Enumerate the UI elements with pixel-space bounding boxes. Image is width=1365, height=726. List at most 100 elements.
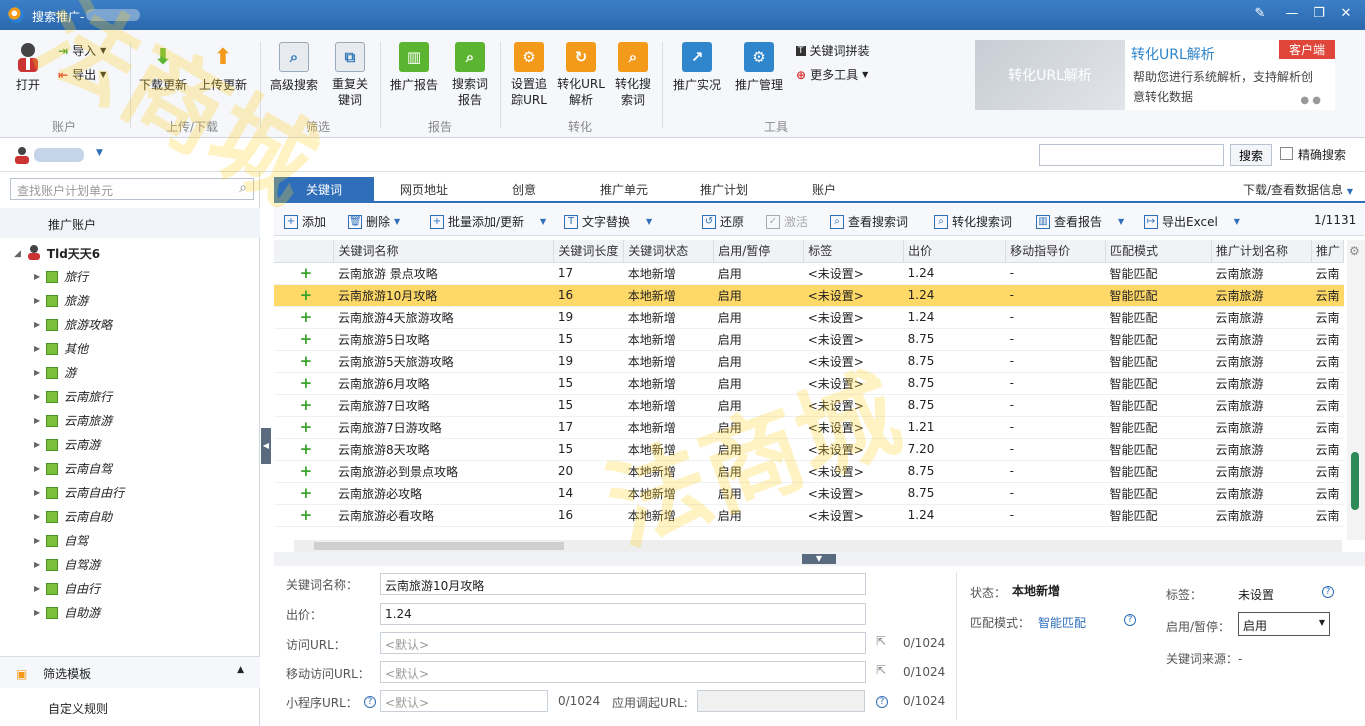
table-cell[interactable]: <未设置> (803, 350, 904, 373)
table-cell[interactable]: 启用 (713, 504, 804, 527)
col-header[interactable]: 移动指导价 (1005, 240, 1107, 263)
open-button[interactable]: 打开 (10, 42, 46, 93)
table-cell[interactable]: 启用 (713, 394, 804, 417)
view-search-terms-button[interactable]: ⌕ 查看搜索词 (830, 213, 908, 230)
expand-arrow-icon[interactable]: ▶ (34, 440, 40, 449)
import-button[interactable]: ⇥ 导入 ▼ (58, 42, 106, 59)
export-excel-button[interactable]: ↦ 导出Excel ▼ (1144, 213, 1240, 230)
col-header[interactable]: 启用/暂停 (713, 240, 805, 263)
tree-item-campaign[interactable]: ▶ 游 (34, 364, 76, 381)
minimize-button[interactable]: — (1284, 6, 1300, 22)
help-icon[interactable]: ? (364, 696, 376, 708)
table-cell[interactable]: 云南 (1311, 328, 1344, 351)
expand-arrow-icon[interactable]: ▶ (34, 368, 40, 377)
expand-arrow-icon[interactable]: ▶ (34, 608, 40, 617)
row-add-cell[interactable]: + (274, 482, 334, 505)
table-cell[interactable]: 智能匹配 (1105, 394, 1212, 417)
expand-arrow-icon[interactable]: ▶ (34, 320, 40, 329)
promo-account-header[interactable]: 推广账户 (0, 208, 260, 238)
table-cell[interactable]: - (1005, 328, 1106, 351)
restore-button[interactable]: ↺ 还原 (702, 213, 744, 230)
table-cell[interactable]: 云南 (1311, 306, 1344, 329)
tab-campaign[interactable]: 推广计划 (674, 177, 774, 203)
table-cell[interactable]: 云南旅游8天攻略 (333, 438, 554, 461)
filter-template-section[interactable]: ▣ 筛选模板 ▲ (0, 656, 260, 688)
table-cell[interactable]: 云南 (1311, 262, 1344, 285)
tab-ad-unit[interactable]: 推广单元 (574, 177, 674, 203)
expand-arrow-icon[interactable]: ▶ (34, 584, 40, 593)
table-cell[interactable]: 本地新增 (623, 416, 714, 439)
help-icon[interactable]: ? (876, 696, 888, 708)
close-button[interactable]: ✕ (1338, 6, 1354, 22)
table-cell[interactable]: 云南 (1311, 350, 1344, 373)
collapse-up-icon[interactable]: ▲ (237, 665, 244, 675)
table-cell[interactable]: <未设置> (803, 284, 904, 307)
table-cell[interactable]: 云南旅游必看攻略 (333, 504, 554, 527)
row-add-cell[interactable]: + (274, 372, 334, 395)
table-cell[interactable]: 智能匹配 (1105, 482, 1212, 505)
table-cell[interactable]: 云南旅游 (1211, 504, 1312, 527)
table-cell[interactable]: 本地新增 (623, 394, 714, 417)
plus-icon[interactable]: + (300, 264, 313, 282)
table-cell[interactable]: 1.24 (903, 306, 1006, 329)
table-cell[interactable]: 17 (553, 416, 624, 439)
table-cell[interactable]: 本地新增 (623, 306, 714, 329)
promo-report-button[interactable]: ▥ 推广报告 (386, 42, 442, 93)
table-cell[interactable]: - (1005, 438, 1106, 461)
table-cell[interactable]: 云南旅游 (1211, 328, 1312, 351)
table-cell[interactable]: <未设置> (803, 460, 904, 483)
tree-item-campaign[interactable]: ▶ 旅游 (34, 292, 88, 309)
table-cell[interactable]: 启用 (713, 416, 804, 439)
table-cell[interactable]: 本地新增 (623, 350, 714, 373)
table-cell[interactable]: 15 (553, 438, 624, 461)
table-cell[interactable]: 8.75 (903, 372, 1006, 395)
table-cell[interactable]: 云南旅游5天旅游攻略 (333, 350, 554, 373)
activate-button[interactable]: ✓ 激活 (766, 213, 808, 230)
table-cell[interactable]: 16 (553, 284, 624, 307)
table-cell[interactable]: 云南旅游 (1211, 306, 1312, 329)
tree-item-campaign[interactable]: ▶ 自由行 (34, 580, 100, 597)
table-cell[interactable]: 云南 (1311, 438, 1344, 461)
table-cell[interactable]: - (1005, 284, 1106, 307)
delete-button[interactable]: 🗑 删除 ▼ (348, 213, 400, 230)
table-cell[interactable]: 云南旅游必攻略 (333, 482, 554, 505)
tab-web-address[interactable]: 网页地址 (374, 177, 474, 203)
table-cell[interactable]: 启用 (713, 262, 804, 285)
table-cell[interactable]: - (1005, 482, 1106, 505)
precise-search-checkbox[interactable] (1280, 147, 1293, 160)
table-cell[interactable]: <未设置> (803, 416, 904, 439)
table-cell[interactable]: 本地新增 (623, 504, 714, 527)
row-add-cell[interactable]: + (274, 262, 334, 285)
table-row[interactable]: + 云南旅游7日游攻略 17 本地新增 启用 <未设置> 1.21- 智能匹配 云南旅游 云南 (274, 416, 1344, 439)
table-cell[interactable]: 智能匹配 (1105, 306, 1212, 329)
tree-item-campaign[interactable]: ▶ 旅游攻略 (34, 316, 112, 333)
table-cell[interactable]: 启用 (713, 460, 804, 483)
expand-arrow-icon[interactable]: ▶ (34, 416, 40, 425)
col-header[interactable]: 匹配模式 (1105, 240, 1212, 263)
table-cell[interactable]: 本地新增 (623, 438, 714, 461)
table-cell[interactable]: 智能匹配 (1105, 328, 1212, 351)
table-cell[interactable]: 1.24 (903, 504, 1006, 527)
table-cell[interactable]: 7.20 (903, 438, 1006, 461)
custom-rules-link[interactable]: 自定义规则 (48, 700, 108, 717)
table-cell[interactable]: - (1005, 306, 1106, 329)
col-header[interactable]: 关键词状态 (623, 240, 715, 263)
more-tools-button[interactable]: ⊕ 更多工具 ▼ (796, 66, 868, 83)
table-cell[interactable]: 启用 (713, 284, 804, 307)
col-header[interactable]: 关键词长度 (553, 240, 625, 263)
table-cell[interactable]: 智能匹配 (1105, 372, 1212, 395)
tree-item-campaign[interactable]: ▶ 云南自由行 (34, 484, 124, 501)
row-add-cell[interactable]: + (274, 306, 334, 329)
table-cell[interactable]: 云南旅游 (1211, 350, 1312, 373)
table-cell[interactable]: 智能匹配 (1105, 460, 1212, 483)
skin-icon[interactable]: ✎ (1252, 6, 1268, 22)
table-row[interactable]: + 云南旅游必攻略 14 本地新增 启用 <未设置> 8.75- 智能匹配 云南旅游 云南 (274, 482, 1344, 505)
expand-arrow-icon[interactable]: ▶ (34, 344, 40, 353)
plus-icon[interactable]: + (300, 462, 313, 480)
table-cell[interactable]: 云南旅游 (1211, 394, 1312, 417)
table-cell[interactable]: <未设置> (803, 482, 904, 505)
table-cell[interactable]: <未设置> (803, 394, 904, 417)
expand-arrow-icon[interactable]: ▶ (34, 272, 40, 281)
table-cell[interactable]: 启用 (713, 372, 804, 395)
table-cell[interactable]: 智能匹配 (1105, 438, 1212, 461)
